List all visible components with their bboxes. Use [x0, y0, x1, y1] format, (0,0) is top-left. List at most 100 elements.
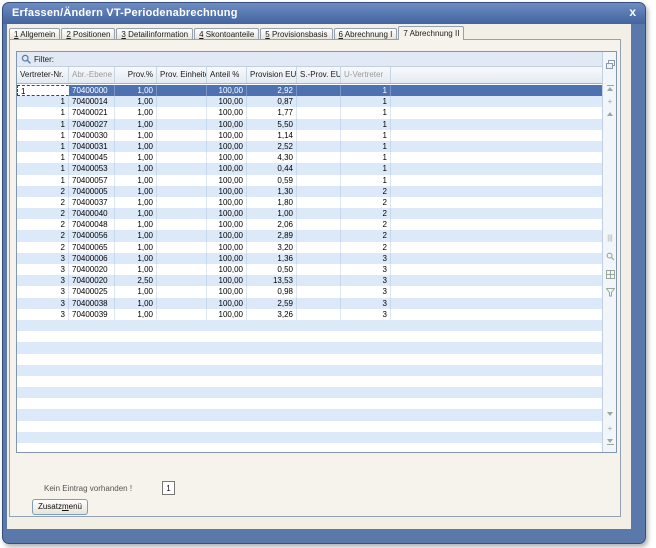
table-cell[interactable]: 70400037 — [69, 197, 115, 208]
table-cell[interactable] — [297, 175, 341, 186]
table-row[interactable]: 2704000371,00100,001,802 — [17, 197, 602, 208]
table-cell[interactable]: 1,30 — [247, 186, 297, 197]
table-cell[interactable]: 100,00 — [207, 96, 247, 107]
table-cell[interactable]: 1,00 — [115, 208, 157, 219]
table-cell[interactable]: 70400000 — [69, 85, 115, 96]
table-cell[interactable]: 100,00 — [207, 208, 247, 219]
table-row[interactable]: 2704000051,00100,001,302 — [17, 186, 602, 197]
table-cell[interactable]: 1 — [341, 119, 391, 130]
table-cell[interactable]: 70400021 — [69, 107, 115, 118]
column-header-anteil-[interactable]: Anteil % — [207, 67, 247, 83]
table-cell[interactable]: 1,00 — [115, 186, 157, 197]
table-cell[interactable] — [297, 219, 341, 230]
table-cell[interactable]: 70400053 — [69, 163, 115, 174]
scroll-up-button[interactable] — [603, 108, 617, 120]
table-row[interactable]: 2704000401,00100,001,002 — [17, 208, 602, 219]
table-cell[interactable]: 0,50 — [247, 264, 297, 275]
table-cell[interactable] — [157, 286, 207, 297]
table-cell[interactable] — [157, 275, 207, 286]
tab-provisionsbasis[interactable]: 5 Provisionsbasis — [260, 28, 332, 39]
table-cell[interactable]: 100,00 — [207, 85, 247, 96]
table-cell[interactable]: 100,00 — [207, 264, 247, 275]
table-cell[interactable] — [157, 119, 207, 130]
table-cell[interactable]: 1 — [341, 141, 391, 152]
table-row[interactable]: 1704000211,00100,001,771 — [17, 107, 602, 118]
table-cell[interactable]: 1 — [341, 107, 391, 118]
table-cell[interactable] — [157, 175, 207, 186]
table-cell[interactable] — [157, 197, 207, 208]
table-cell[interactable]: 1,00 — [115, 152, 157, 163]
table-cell[interactable]: 100,00 — [207, 230, 247, 241]
table-cell[interactable]: 1,00 — [115, 242, 157, 253]
scroll-page-down-button[interactable]: + — [603, 422, 617, 434]
table-row[interactable]: 2704000481,00100,002,062 — [17, 219, 602, 230]
table-cell[interactable] — [297, 96, 341, 107]
column-header-abr-ebene[interactable]: Abr.-Ebene — [69, 67, 115, 83]
zusatzmenu-button[interactable]: Zusatzmenü — [32, 499, 88, 515]
table-cell[interactable]: 1 — [341, 96, 391, 107]
table-row[interactable]: 1704000531,00100,000,441 — [17, 163, 602, 174]
table-cell[interactable] — [157, 219, 207, 230]
table-cell[interactable]: 1,00 — [115, 298, 157, 309]
column-header-prov-einheiten[interactable]: Prov. Einheiten — [157, 67, 207, 83]
table-cell[interactable]: 70400057 — [69, 175, 115, 186]
table-cell[interactable]: 1 — [341, 152, 391, 163]
table-cell[interactable]: 1,00 — [115, 107, 157, 118]
table-cell[interactable]: 2 — [17, 197, 69, 208]
table-cell[interactable] — [157, 163, 207, 174]
table-row[interactable]: 3704000381,00100,002,593 — [17, 298, 602, 309]
tab-skontoanteile[interactable]: 4 Skontoanteile — [194, 28, 259, 39]
table-cell[interactable]: 2,06 — [247, 219, 297, 230]
table-cell[interactable]: 3,26 — [247, 309, 297, 320]
table-cell[interactable]: 1,36 — [247, 253, 297, 264]
filter-funnel-icon[interactable] — [603, 286, 617, 298]
table-cell[interactable]: 70400027 — [69, 119, 115, 130]
table-cell[interactable] — [157, 186, 207, 197]
table-cell[interactable] — [157, 130, 207, 141]
table-cell[interactable]: 1 — [17, 107, 69, 118]
table-cell[interactable]: 3 — [341, 275, 391, 286]
table-cell[interactable] — [297, 130, 341, 141]
table-cell[interactable]: 1,00 — [115, 309, 157, 320]
table-row[interactable]: 3704000391,00100,003,263 — [17, 309, 602, 320]
table-cell[interactable]: 1,00 — [115, 197, 157, 208]
table-cell[interactable]: 1 — [341, 130, 391, 141]
table-row[interactable]: 1704000571,00100,000,591 — [17, 175, 602, 186]
table-cell[interactable]: 100,00 — [207, 141, 247, 152]
table-cell[interactable]: 3 — [17, 298, 69, 309]
table-cell[interactable]: 1 — [17, 163, 69, 174]
table-cell[interactable] — [297, 264, 341, 275]
tab-abrechnung-ii[interactable]: 7 Abrechnung II — [398, 26, 464, 40]
table-cell[interactable] — [297, 119, 341, 130]
table-cell[interactable] — [157, 264, 207, 275]
table-cell[interactable]: 2,89 — [247, 230, 297, 241]
table-row[interactable]: 2704000651,00100,003,202 — [17, 242, 602, 253]
column-header-u-vertreter[interactable]: U-Vertreter — [341, 67, 391, 83]
table-cell[interactable]: 100,00 — [207, 130, 247, 141]
table-cell[interactable]: 2,50 — [115, 275, 157, 286]
table-cell[interactable]: 70400025 — [69, 286, 115, 297]
table-cell[interactable]: 2 — [17, 186, 69, 197]
table-cell[interactable]: 2,92 — [247, 85, 297, 96]
scroll-bottom-button[interactable] — [603, 436, 617, 448]
table-cell[interactable]: 3 — [17, 253, 69, 264]
table-cell[interactable]: 100,00 — [207, 253, 247, 264]
table-cell[interactable]: 3 — [341, 264, 391, 275]
table-cell[interactable]: 2 — [341, 230, 391, 241]
table-cell[interactable]: 100,00 — [207, 186, 247, 197]
table-cell[interactable]: 1,00 — [115, 230, 157, 241]
table-cell[interactable]: 2 — [17, 230, 69, 241]
table-cell[interactable]: 70400014 — [69, 96, 115, 107]
table-cell[interactable] — [297, 253, 341, 264]
table-cell[interactable]: 3 — [341, 286, 391, 297]
table-cell[interactable]: 1,77 — [247, 107, 297, 118]
table-row[interactable]: 2704000561,00100,002,892 — [17, 230, 602, 241]
table-cell[interactable]: 1,14 — [247, 130, 297, 141]
table-cell[interactable]: 1,00 — [115, 85, 157, 96]
table-cell[interactable]: 1 — [17, 119, 69, 130]
table-cell[interactable]: 3 — [341, 253, 391, 264]
table-cell[interactable]: 0,59 — [247, 175, 297, 186]
table-row[interactable]: 3704000061,00100,001,363 — [17, 253, 602, 264]
table-row[interactable]: 1704000451,00100,004,301 — [17, 152, 602, 163]
table-cell[interactable]: 1,00 — [115, 253, 157, 264]
